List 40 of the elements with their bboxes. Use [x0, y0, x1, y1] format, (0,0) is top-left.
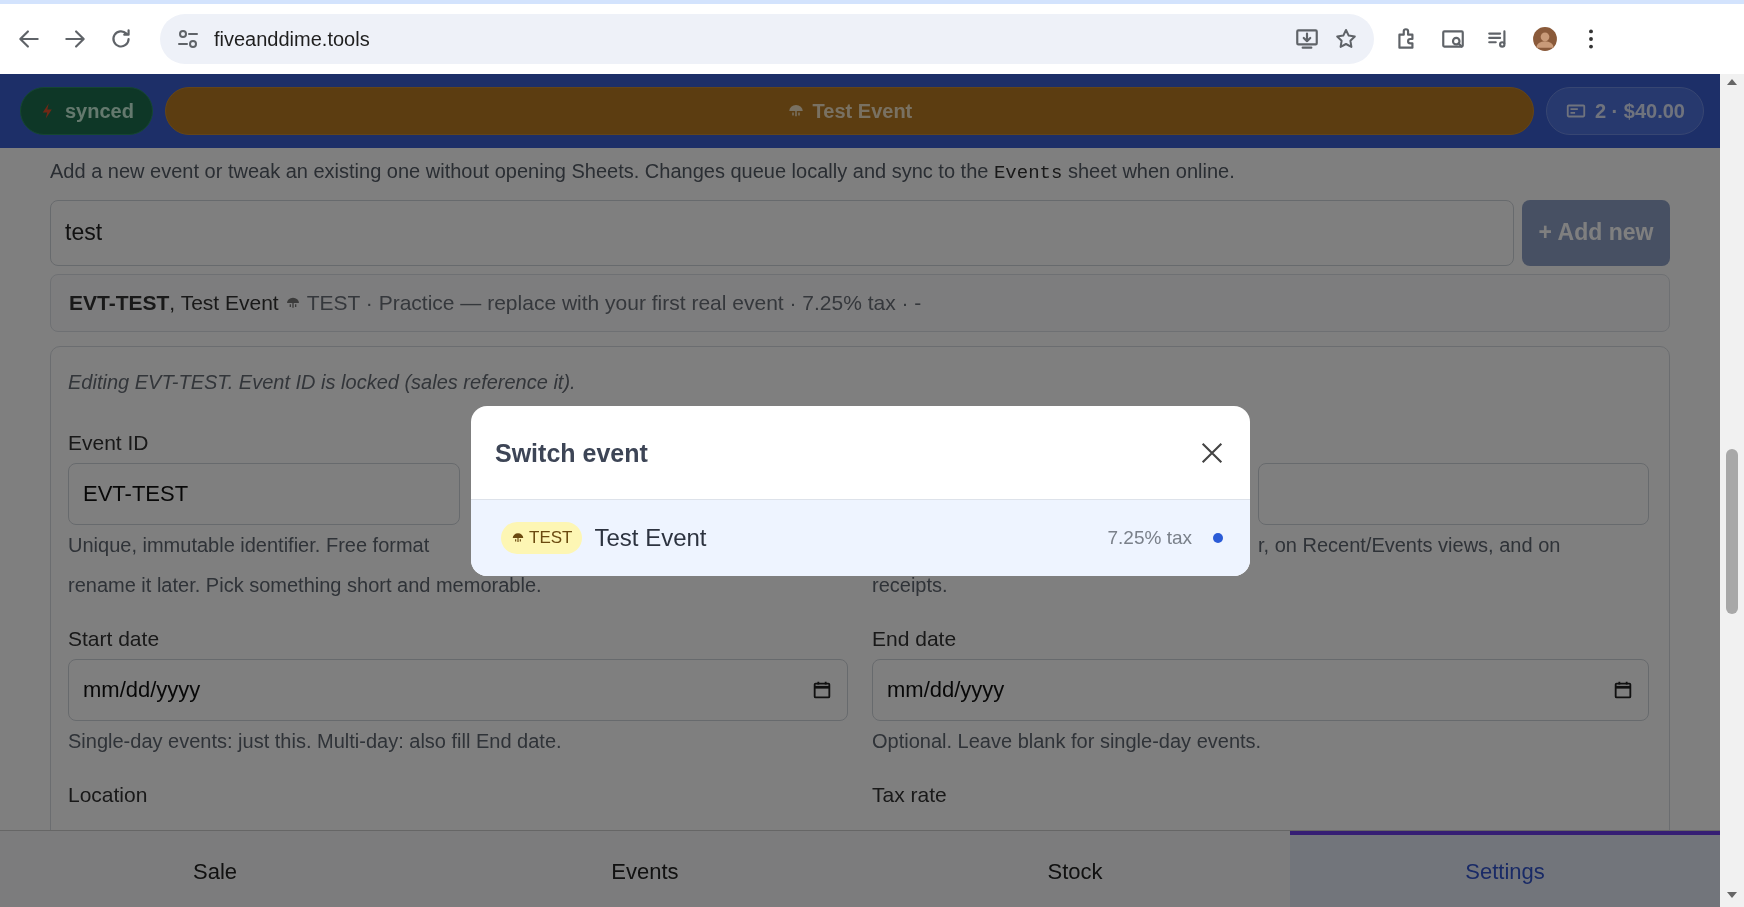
date-field[interactable]: mm/dd/yyyy [68, 658, 848, 721]
field-label: Start date [68, 625, 160, 651]
field-label: Location [68, 781, 148, 807]
modal-title: Switch event [495, 437, 648, 468]
event-name: Test Event [594, 523, 708, 553]
nav-tab[interactable]: Events [430, 831, 860, 907]
date-placeholder: mm/dd/yyyy [887, 676, 1005, 704]
sync-status[interactable]: synced [20, 87, 153, 135]
event-id-field[interactable]: EVT-TEST [68, 462, 460, 525]
umbrella-icon [511, 531, 525, 545]
help-text: Optional. Leave blank for single-day events. [872, 728, 1262, 754]
event-tag: TEST [501, 522, 583, 554]
help-text: Single-day events: just this. Multi-day: also fill End date. [68, 728, 562, 754]
selected-dot-icon [1212, 532, 1224, 544]
nav-tab[interactable]: Settings [1290, 831, 1720, 907]
search-field[interactable]: test [50, 199, 1514, 266]
result-title: EVT-TEST, Test Event [69, 289, 279, 316]
field-label: Event ID [68, 429, 149, 455]
editing-note: Editing EVT-TEST. Event ID is locked (sales reference it). [68, 369, 577, 395]
result-details: TEST · Practice — replace with your first real event · 7.25% tax · - [306, 289, 922, 316]
install-icon[interactable] [1294, 26, 1320, 52]
address-bar[interactable]: fiveanddime.tools [160, 14, 1374, 64]
field-label: Tax rate [872, 781, 947, 807]
date-placeholder: mm/dd/yyyy [83, 676, 201, 704]
nav-tab[interactable]: Stock [860, 831, 1290, 907]
field-label: End date [872, 625, 957, 651]
search-result[interactable]: EVT-TEST, Test Event TEST · Practice — replace with your first real event · 7.25% tax · - [50, 273, 1670, 332]
event-tax: 7.25% tax [1107, 525, 1192, 550]
display-name-field[interactable] [1258, 462, 1649, 525]
site-settings-icon[interactable] [176, 27, 200, 51]
nav-tab[interactable]: Sale [0, 831, 430, 907]
star-icon[interactable] [1334, 27, 1358, 51]
help-text: r, on Recent/Events views, and on [1258, 532, 1561, 558]
intro-text: Add a new event or tweak an existing one without opening Sheets. Changes queue locally and sync to the Events sheet when online. [50, 159, 1236, 186]
event-option[interactable]: TEST Test Event 7.25% tax [471, 500, 1250, 576]
avatar-icon[interactable] [1532, 26, 1558, 52]
cart-summary[interactable]: 2 · $40.00 [1545, 87, 1704, 135]
help-text: Unique, immutable identifier. Free format [68, 532, 430, 558]
url-text: fiveanddime.tools [214, 27, 371, 52]
date-field[interactable]: mm/dd/yyyy [872, 658, 1649, 721]
